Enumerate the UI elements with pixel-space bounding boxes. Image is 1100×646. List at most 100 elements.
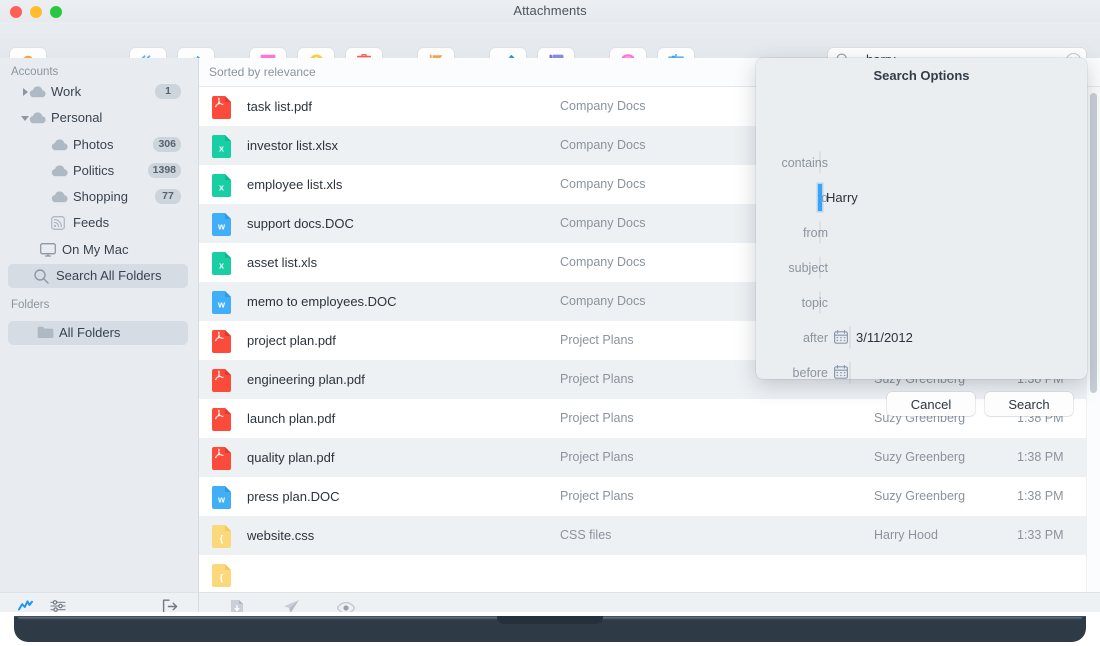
search-submit-button[interactable]: Search bbox=[985, 392, 1073, 416]
search-option-label-to: to bbox=[768, 191, 828, 205]
pdf-file-icon bbox=[212, 369, 231, 392]
file-name: employee list.xls bbox=[247, 177, 342, 192]
sidebar-item-feeds[interactable]: Feeds bbox=[8, 211, 188, 235]
main-toolbar: ▾ harry bbox=[0, 22, 1100, 59]
title-bar: Attachments bbox=[0, 0, 1100, 22]
file-folder: Company Docs bbox=[560, 177, 645, 191]
file-folder: Project Plans bbox=[560, 411, 634, 425]
sidebar-item-label: On My Mac bbox=[62, 242, 128, 257]
file-folder: Company Docs bbox=[560, 216, 645, 230]
svg-text:{: { bbox=[220, 573, 224, 583]
sidebar-item-label: Politics bbox=[73, 163, 114, 178]
file-name: engineering plan.pdf bbox=[247, 372, 365, 387]
sidebar-item-label: Search All Folders bbox=[56, 268, 162, 283]
file-folder: Company Docs bbox=[560, 138, 645, 152]
sidebar-item-badge: 306 bbox=[153, 137, 181, 152]
search-icon bbox=[34, 269, 49, 289]
file-folder: Project Plans bbox=[560, 333, 634, 347]
disclosure-triangle-closed-icon[interactable] bbox=[23, 88, 28, 96]
sidebar-item-label: Shopping bbox=[73, 189, 128, 204]
sidebar-item-label: All Folders bbox=[59, 325, 120, 340]
sidebar-item-shopping[interactable]: Shopping 77 bbox=[8, 185, 188, 209]
pdf-file-icon bbox=[212, 408, 231, 431]
doc-file-icon: w bbox=[212, 486, 231, 509]
file-name: quality plan.pdf bbox=[247, 450, 334, 465]
search-option-label-subject: subject bbox=[768, 261, 828, 275]
cloud-icon bbox=[51, 190, 68, 208]
sidebar-section-header: Folders bbox=[11, 299, 49, 311]
xls-file-icon: x bbox=[212, 135, 231, 158]
sidebar-item-personal[interactable]: Personal bbox=[8, 106, 188, 130]
sidebar-item-label: Photos bbox=[73, 137, 113, 152]
pdf-file-icon bbox=[212, 96, 231, 119]
file-folder: Company Docs bbox=[560, 294, 645, 308]
search-options-title: Search Options bbox=[756, 68, 1087, 83]
svg-text:x: x bbox=[219, 261, 224, 271]
sidebar-item-work[interactable]: Work1 bbox=[8, 80, 188, 104]
file-name: asset list.xls bbox=[247, 255, 317, 270]
sidebar-item-politics[interactable]: Politics 1398 bbox=[8, 159, 188, 183]
disclosure-triangle-open-icon[interactable] bbox=[21, 116, 29, 121]
svg-text:{: { bbox=[220, 534, 224, 544]
cloud-icon bbox=[51, 164, 68, 182]
sidebar: Accounts Work1Personal Photos 306 Politics 13… bbox=[0, 58, 199, 592]
sidebar-item-on-my-mac[interactable]: On My Mac bbox=[8, 238, 188, 262]
sidebar-item-badge: 1398 bbox=[148, 163, 181, 178]
calendar-icon[interactable] bbox=[834, 365, 848, 379]
window-title: Attachments bbox=[0, 3, 1100, 18]
sidebar-item-all-folders[interactable]: All Folders bbox=[8, 321, 188, 345]
sidebar-item-badge: 77 bbox=[155, 189, 181, 204]
file-sender: Harry Hood bbox=[874, 528, 938, 542]
svg-text:w: w bbox=[217, 495, 226, 505]
file-folder: Company Docs bbox=[560, 99, 645, 113]
xls-file-icon: x bbox=[212, 174, 231, 197]
svg-text:w: w bbox=[217, 300, 226, 310]
search-option-value: 3/11/2012 bbox=[856, 330, 913, 345]
table-row[interactable]: w press plan.DOC Project Plans Suzy Greenbe… bbox=[199, 477, 1087, 516]
sidebar-section-header: Accounts bbox=[11, 66, 58, 78]
list-scrollbar[interactable] bbox=[1086, 87, 1100, 592]
search-option-value: Harry bbox=[826, 190, 858, 205]
sidebar-item-badge: 1 bbox=[155, 84, 181, 99]
file-folder: Project Plans bbox=[560, 450, 634, 464]
device-bezel-notch bbox=[497, 616, 603, 624]
app-window: Attachments bbox=[0, 0, 1100, 620]
list-scrollbar-thumb[interactable] bbox=[1090, 93, 1097, 393]
file-name: support docs.DOC bbox=[247, 216, 354, 231]
table-row[interactable]: { bbox=[199, 555, 1087, 592]
svg-text:x: x bbox=[219, 183, 224, 193]
file-name: press plan.DOC bbox=[247, 489, 339, 504]
table-row[interactable]: { website.css CSS files Harry Hood 1:33 PM bbox=[199, 516, 1087, 555]
file-time: 1:38 PM bbox=[1017, 450, 1064, 464]
sidebar-item-search-all-folders[interactable]: Search All Folders bbox=[8, 264, 188, 288]
doc-file-icon: w bbox=[212, 291, 231, 314]
search-option-label-contains: contains bbox=[768, 156, 828, 170]
search-option-label-before: before bbox=[768, 366, 828, 380]
file-time: 1:33 PM bbox=[1017, 528, 1064, 542]
monitor-icon bbox=[40, 243, 56, 262]
search-option-label-after: after bbox=[768, 331, 828, 345]
file-name: project plan.pdf bbox=[247, 333, 336, 348]
rss-icon bbox=[51, 216, 65, 235]
css-file-icon: { bbox=[212, 525, 231, 548]
doc-file-icon: w bbox=[212, 213, 231, 236]
search-option-label-from: from bbox=[768, 226, 828, 240]
svg-text:w: w bbox=[217, 222, 226, 232]
file-folder: Company Docs bbox=[560, 255, 645, 269]
cancel-button[interactable]: Cancel bbox=[887, 392, 975, 416]
file-time: 1:38 PM bbox=[1017, 489, 1064, 503]
xls-file-icon: x bbox=[212, 252, 231, 275]
file-name: website.css bbox=[247, 528, 314, 543]
folder-icon bbox=[37, 326, 54, 344]
svg-text:x: x bbox=[219, 144, 224, 154]
file-folder: Project Plans bbox=[560, 489, 634, 503]
search-options-popover: Search Options contains toHarry from subjec… bbox=[756, 58, 1087, 379]
file-folder: CSS files bbox=[560, 528, 611, 542]
file-sender: Suzy Greenberg bbox=[874, 489, 965, 503]
sidebar-item-photos[interactable]: Photos 306 bbox=[8, 133, 188, 157]
pdf-file-icon bbox=[212, 447, 231, 470]
cloud-icon bbox=[29, 85, 46, 103]
table-row[interactable]: quality plan.pdfProject PlansSuzy Greenb… bbox=[199, 438, 1087, 477]
calendar-icon[interactable] bbox=[834, 330, 848, 344]
file-name: investor list.xlsx bbox=[247, 138, 338, 153]
